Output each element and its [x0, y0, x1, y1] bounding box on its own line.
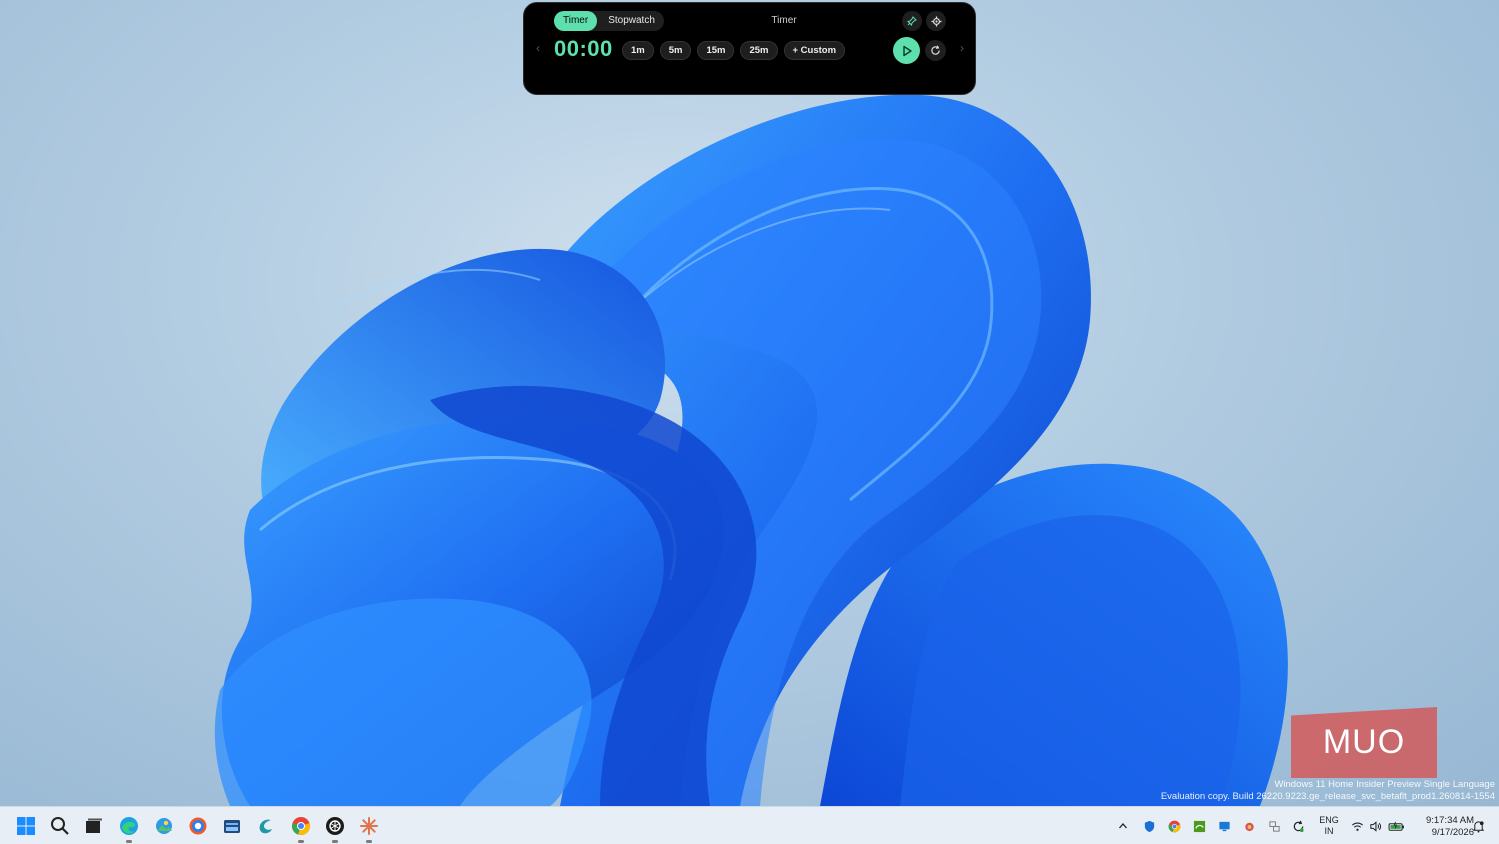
muo-logo: MUO [1291, 707, 1437, 778]
chrome-running-indicator [298, 840, 304, 843]
chatgpt-button[interactable] [324, 815, 346, 837]
file-explorer-icon [224, 820, 240, 833]
widget-title: Timer [771, 15, 797, 26]
network-share-tray-button[interactable] [1267, 819, 1281, 833]
speaker-icon [1369, 820, 1381, 832]
language-code: ENG [1319, 815, 1339, 825]
app-icon [259, 819, 272, 834]
wifi-icon [1351, 821, 1363, 831]
app-button[interactable] [255, 815, 277, 837]
edge-button[interactable] [118, 815, 140, 837]
show-hidden-icons-button[interactable] [1116, 819, 1130, 833]
mode-switch: Timer Stopwatch [554, 11, 664, 31]
chrome-icon [1168, 820, 1180, 832]
preset-5m-button[interactable]: 5m [659, 41, 692, 60]
pin-button[interactable] [902, 11, 922, 31]
language-indicator[interactable]: ENG IN [1317, 815, 1341, 837]
preset-15m-button[interactable]: 15m [697, 41, 735, 60]
custom-preset-button[interactable]: + Custom [783, 41, 846, 60]
chatgpt-icon [326, 817, 344, 835]
eval-line-2: Evaluation copy. Build 26220.9223.ge_rel… [1160, 791, 1495, 802]
chevron-up-icon [1119, 823, 1127, 829]
battery-icon [1388, 821, 1404, 831]
nvidia-icon [1193, 820, 1205, 832]
wifi-button[interactable] [1350, 819, 1364, 833]
notifications-button[interactable] [1471, 819, 1485, 833]
preset-list: 1m 5m 15m 25m + Custom [622, 41, 846, 60]
bell-icon [1472, 820, 1484, 833]
clock[interactable]: 9:17:34 AM 9/17/2026 [1404, 815, 1474, 839]
nvidia-tray-button[interactable] [1192, 819, 1206, 833]
edge-running-indicator [126, 840, 132, 843]
app-tray-button[interactable] [1242, 819, 1256, 833]
reset-icon [931, 45, 940, 55]
wallpaper-bloom [214, 94, 1288, 806]
copilot-icon [189, 817, 207, 835]
display-tray-button[interactable] [1217, 819, 1231, 833]
security-tray-button[interactable] [1142, 819, 1156, 833]
evaluation-watermark: Windows 11 Home Insider Preview Single L… [1161, 779, 1495, 803]
start-icon [17, 817, 35, 835]
sync-icon [1293, 820, 1304, 832]
tab-stopwatch[interactable]: Stopwatch [599, 11, 664, 31]
search-icon [51, 817, 69, 835]
region-code: IN [1324, 826, 1334, 836]
clock-date: 9/17/2026 [1431, 827, 1474, 838]
monitor-icon [1218, 821, 1230, 831]
task-view-icon [86, 818, 102, 833]
preset-25m-button[interactable]: 25m [740, 41, 778, 60]
eval-line-1: Windows 11 Home Insider Preview Single L… [1274, 779, 1495, 790]
search-button[interactable] [49, 815, 71, 837]
chrome-tray-button[interactable] [1167, 819, 1181, 833]
reset-button[interactable] [925, 40, 946, 61]
shield-icon [1144, 820, 1154, 832]
photos-icon [156, 818, 172, 834]
claude-running-indicator [366, 840, 372, 843]
battery-button[interactable] [1387, 819, 1405, 833]
task-view-button[interactable] [82, 815, 104, 837]
sync-tray-button[interactable] [1291, 819, 1305, 833]
clock-time: 9:17:34 AM [1425, 815, 1474, 826]
timer-display: 00:00 [554, 36, 613, 61]
pin-icon [907, 16, 917, 26]
desktop: Timer Stopwatch Timer ‹ › 00:00 1m 5m 15… [0, 0, 1499, 806]
play-icon [902, 45, 912, 56]
start-button[interactable] [15, 815, 37, 837]
settings-button[interactable] [926, 11, 946, 31]
chrome-icon [291, 817, 311, 836]
claude-button[interactable] [358, 815, 380, 837]
play-button[interactable] [893, 37, 920, 64]
chatgpt-running-indicator [332, 840, 338, 843]
chevron-left-icon[interactable]: ‹ [532, 41, 544, 55]
chevron-right-icon[interactable]: › [956, 41, 968, 55]
network-icon [1268, 820, 1280, 832]
file-explorer-button[interactable] [221, 815, 243, 837]
chrome-button[interactable] [290, 815, 312, 837]
muo-logo-text: MUO [1322, 723, 1406, 761]
taskbar: ENG IN 9:17:34 AM 9/17/2026 [0, 806, 1499, 844]
timer-widget: Timer Stopwatch Timer ‹ › 00:00 1m 5m 15… [523, 2, 976, 95]
photos-button[interactable] [153, 815, 175, 837]
volume-button[interactable] [1368, 819, 1382, 833]
preset-1m-button[interactable]: 1m [622, 41, 654, 60]
claude-icon [360, 817, 378, 835]
copilot-button[interactable] [187, 815, 209, 837]
bug-icon [1244, 822, 1254, 831]
tab-timer[interactable]: Timer [554, 11, 598, 31]
edge-icon [120, 817, 138, 835]
gear-icon [930, 15, 942, 27]
